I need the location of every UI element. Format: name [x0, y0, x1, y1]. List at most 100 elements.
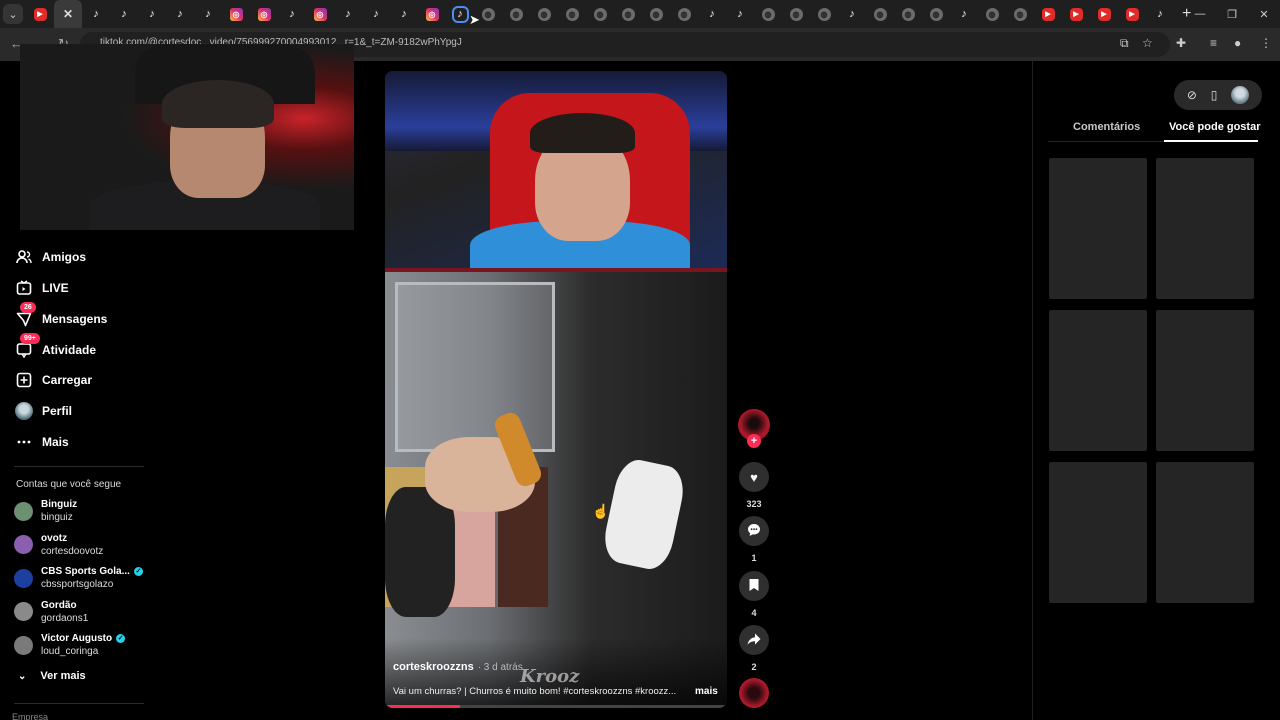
- browser-tab[interactable]: ◎: [250, 0, 278, 28]
- see-more-button[interactable]: ⌄ Ver mais: [18, 670, 86, 682]
- like-button[interactable]: ♥: [739, 462, 769, 492]
- browser-tab[interactable]: ◍: [978, 0, 1006, 28]
- followed-account[interactable]: Gordão gordaons1: [14, 598, 88, 626]
- browser-tab[interactable]: ◎: [306, 0, 334, 28]
- browser-tab[interactable]: ♪: [838, 0, 866, 28]
- extensions-icon[interactable]: ✚: [1176, 36, 1186, 50]
- tiktok-icon: ♪: [849, 8, 855, 20]
- account-text: CBS Sports Gola... ✓ cbssportsgolazo: [41, 565, 143, 591]
- menu-icon[interactable]: ⋮: [1260, 36, 1272, 50]
- avatar: [14, 602, 33, 621]
- tab-comentarios[interactable]: Comentários: [1073, 121, 1140, 133]
- browser-tab[interactable]: ◍: [642, 0, 670, 28]
- sidebar-item-mensagens[interactable]: 26 Mensagens: [14, 302, 107, 330]
- browser-tab[interactable]: ◍: [502, 0, 530, 28]
- browser-tab[interactable]: ♪: [166, 0, 194, 28]
- right-toolbar: ⊘ ▯: [1174, 80, 1262, 110]
- browser-tab[interactable]: ▶: [1118, 0, 1146, 28]
- caption-more-button[interactable]: mais: [695, 686, 718, 697]
- browser-tab[interactable]: ♪: [278, 0, 306, 28]
- profile-icon[interactable]: ●: [1234, 36, 1241, 50]
- browser-tab[interactable]: ♪: [334, 0, 362, 28]
- browser-tab[interactable]: ◍: [586, 0, 614, 28]
- browser-tab[interactable]: ◎: [222, 0, 250, 28]
- install-icon[interactable]: ⧉: [1120, 36, 1129, 51]
- close-tab-icon[interactable]: ✕: [62, 7, 75, 21]
- browser-tab[interactable]: ▶: [1034, 0, 1062, 28]
- video-display-case: [395, 282, 555, 452]
- sidebar-item-atividade[interactable]: 99+ Atividade: [14, 333, 96, 361]
- video-username-text[interactable]: corteskroozzns: [393, 661, 474, 673]
- browser-tab[interactable]: ◍: [614, 0, 642, 28]
- browser-tab[interactable]: ♪: [82, 0, 110, 28]
- globe-icon: ◍: [481, 7, 495, 21]
- follow-plus-icon[interactable]: +: [747, 434, 761, 448]
- browser-tab[interactable]: ♪: [1146, 0, 1174, 28]
- save-button[interactable]: [739, 571, 769, 601]
- browser-tab[interactable]: ♪: [138, 0, 166, 28]
- avatar: [14, 501, 33, 521]
- tiktok-icon: ♪: [709, 8, 715, 20]
- compass-icon[interactable]: ⊘: [1187, 88, 1197, 102]
- browser-tab[interactable]: ◍: [530, 0, 558, 28]
- tab-voce-pode-gostar[interactable]: Você pode gostar: [1169, 121, 1260, 133]
- comment-button[interactable]: [739, 516, 769, 546]
- browser-tab[interactable]: ◍: [922, 0, 950, 28]
- activity-icon: 99+: [14, 333, 40, 360]
- browser-tab[interactable]: ◍: [670, 0, 698, 28]
- browser-tab[interactable]: ♪: [194, 0, 222, 28]
- video-progress-bar[interactable]: [385, 705, 727, 708]
- video-username[interactable]: corteskroozzns · 3 d atrás: [393, 661, 523, 673]
- star-icon[interactable]: ☆: [1142, 36, 1153, 50]
- browser-tab[interactable]: ◍: [810, 0, 838, 28]
- globe-icon: ◍: [1013, 7, 1027, 21]
- browser-tab[interactable]: ✕: [54, 0, 82, 28]
- followed-account[interactable]: Victor Augusto ✓ loud_coringa: [14, 631, 126, 659]
- tab-search-dropdown[interactable]: ⌄: [3, 4, 23, 24]
- browser-tab[interactable]: ♪: [110, 0, 138, 28]
- browser-tab[interactable]: ◍: [754, 0, 782, 28]
- browser-tab[interactable]: ♪: [726, 0, 754, 28]
- sidebar-item-carregar[interactable]: Carregar: [14, 369, 92, 391]
- browser-tab[interactable]: ◍: [782, 0, 810, 28]
- browser-tab[interactable]: ◍: [1006, 0, 1034, 28]
- suggested-video-thumbnail[interactable]: [1049, 310, 1147, 451]
- followed-account[interactable]: CBS Sports Gola... ✓ cbssportsgolazo: [14, 564, 143, 592]
- maximize-button[interactable]: ❐: [1216, 0, 1248, 28]
- music-disc-icon[interactable]: [739, 678, 769, 708]
- sidebar-item-perfil[interactable]: Perfil: [14, 400, 72, 422]
- suggested-video-thumbnail[interactable]: [1156, 462, 1254, 603]
- account-name-text: CBS Sports Gola...: [41, 566, 130, 577]
- browser-tab[interactable]: ▶: [1062, 0, 1090, 28]
- browser-tab[interactable]: ♪: [362, 0, 390, 28]
- activity-badge: 99+: [20, 333, 40, 344]
- sidebar-item-mais[interactable]: Mais: [14, 431, 69, 453]
- account-name-text: Binguiz: [41, 499, 78, 510]
- user-avatar[interactable]: [1231, 86, 1250, 104]
- browser-tab[interactable]: ◎: [418, 0, 446, 28]
- globe-icon: ◍: [929, 7, 943, 21]
- followed-account[interactable]: Binguiz binguiz: [14, 497, 77, 525]
- browser-tab[interactable]: ◍: [558, 0, 586, 28]
- browser-tab[interactable]: ♪: [950, 0, 978, 28]
- browser-tab[interactable]: ◍: [894, 0, 922, 28]
- minimize-button[interactable]: —: [1184, 0, 1216, 28]
- followed-account[interactable]: ovotz cortesdoovotz: [14, 531, 103, 559]
- browser-tab[interactable]: ▶: [26, 0, 54, 28]
- video-player[interactable]: Krooz corteskroozzns · 3 d atrás Vai um …: [385, 71, 727, 708]
- share-button[interactable]: [739, 625, 769, 655]
- comment-icon: [747, 523, 761, 540]
- browser-tab[interactable]: ♪: [698, 0, 726, 28]
- close-window-button[interactable]: ✕: [1248, 0, 1280, 28]
- sidebar-item-live[interactable]: LIVE: [14, 277, 69, 299]
- browser-tab[interactable]: ◍: [866, 0, 894, 28]
- browser-tab[interactable]: ▶: [1090, 0, 1118, 28]
- suggested-video-thumbnail[interactable]: [1049, 462, 1147, 603]
- media-icon[interactable]: ≡: [1210, 36, 1217, 50]
- suggested-video-thumbnail[interactable]: [1156, 158, 1254, 299]
- suggested-video-thumbnail[interactable]: [1049, 158, 1147, 299]
- sidebar-item-amigos[interactable]: Amigos: [14, 246, 86, 268]
- suggested-video-thumbnail[interactable]: [1156, 310, 1254, 451]
- device-icon[interactable]: ▯: [1211, 88, 1218, 102]
- browser-tab[interactable]: ♪: [390, 0, 418, 28]
